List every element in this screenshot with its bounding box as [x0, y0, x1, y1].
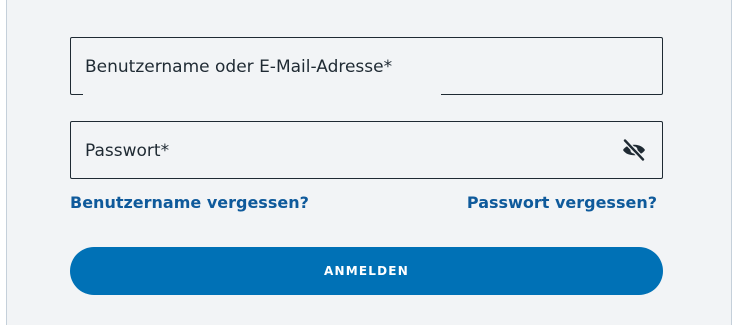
login-button[interactable]: ANMELDEN	[70, 247, 663, 295]
username-label: Benutzername oder E-Mail-Adresse*	[85, 57, 393, 77]
username-field[interactable]: Benutzername oder E-Mail-Adresse*	[70, 37, 663, 96]
eye-slash-icon[interactable]	[622, 138, 646, 162]
forgot-username-link[interactable]: Benutzername vergessen?	[70, 193, 309, 212]
password-label: Passwort*	[85, 141, 170, 161]
forgot-password-link[interactable]: Passwort vergessen?	[467, 193, 657, 212]
login-panel: Benutzername oder E-Mail-Adresse* Passwo…	[6, 0, 732, 325]
field-notch	[83, 92, 441, 96]
password-field[interactable]: Passwort*	[70, 121, 663, 179]
